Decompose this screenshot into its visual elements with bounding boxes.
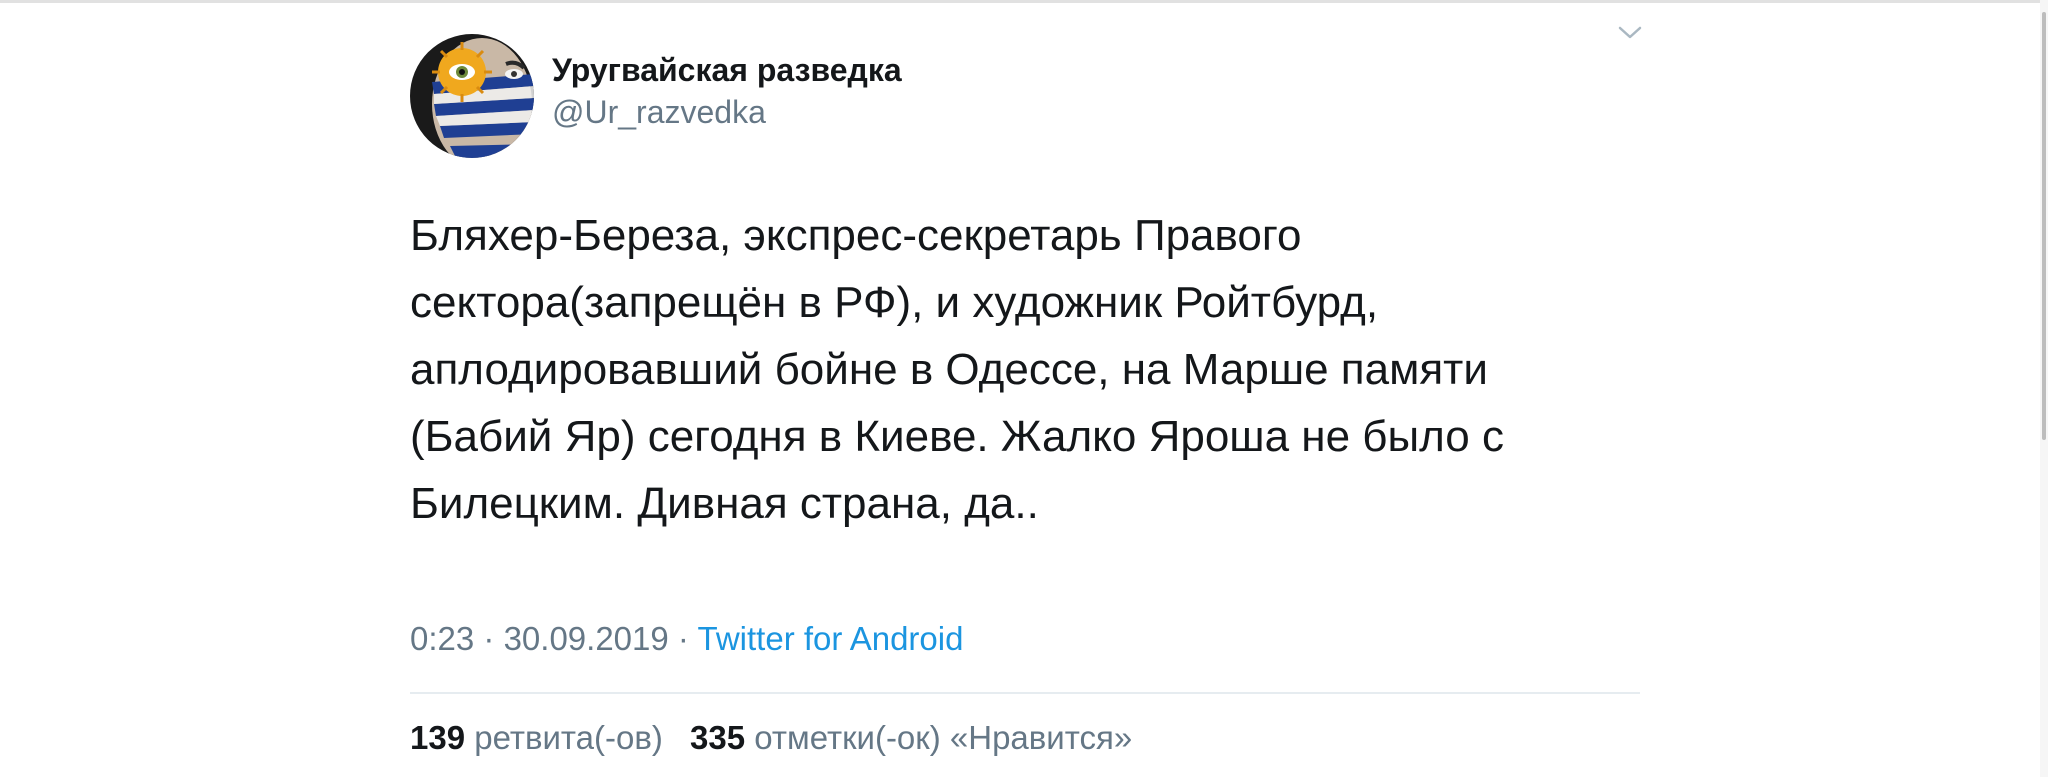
retweets-label: ретвита(-ов)	[474, 719, 663, 756]
tweet-text-line: Бляхер-Береза, экспрес-секретарь Правого	[410, 211, 1302, 260]
author-handle[interactable]: @Ur_razvedka	[552, 92, 902, 132]
tweet-text-line: аплодировавший бойне в Одессе, на Марше …	[410, 345, 1488, 394]
tweet-source-link[interactable]: Twitter for Android	[698, 620, 964, 657]
tweet-text: Бляхер-Береза, экспрес-секретарь Правого…	[410, 202, 1640, 537]
tweet-time[interactable]: 0:23	[410, 620, 474, 657]
likes-stat[interactable]: 335 отметки(-ок) «Нравится»	[690, 716, 1132, 760]
tweet-text-line: сектора(запрещён в РФ), и художник Ройтб…	[410, 278, 1379, 327]
retweets-count: 139	[410, 719, 466, 756]
author-block[interactable]: Уругвайская разведка @Ur_razvedka	[552, 50, 902, 132]
meta-separator: ·	[677, 620, 689, 657]
chevron-down-icon[interactable]	[1614, 16, 1646, 48]
tweet-stats: 139 ретвита(-ов) 335 отметки(-ок) «Нрави…	[410, 716, 1150, 760]
tweet-text-line: Билецким. Дивная страна, да..	[410, 479, 1039, 528]
likes-count: 335	[690, 719, 746, 756]
tweet-card: Уругвайская разведка @Ur_razvedka Бляхер…	[410, 0, 1642, 777]
tweet-date[interactable]: 30.09.2019	[504, 620, 669, 657]
meta-separator: ·	[483, 620, 495, 657]
avatar[interactable]	[410, 34, 534, 158]
scrollbar-thumb[interactable]	[2042, 12, 2046, 440]
retweets-stat[interactable]: 139 ретвита(-ов)	[410, 716, 663, 760]
avatar-image	[410, 34, 534, 158]
tweet-text-line: (Бабий Яр) сегодня в Киеве. Жалко Яроша …	[410, 412, 1504, 461]
author-name[interactable]: Уругвайская разведка	[552, 50, 902, 90]
likes-label: отметки(-ок) «Нравится»	[754, 719, 1133, 756]
tweet-meta: 0:23 · 30.09.2019 · Twitter for Android	[410, 617, 963, 661]
divider	[410, 692, 1640, 694]
